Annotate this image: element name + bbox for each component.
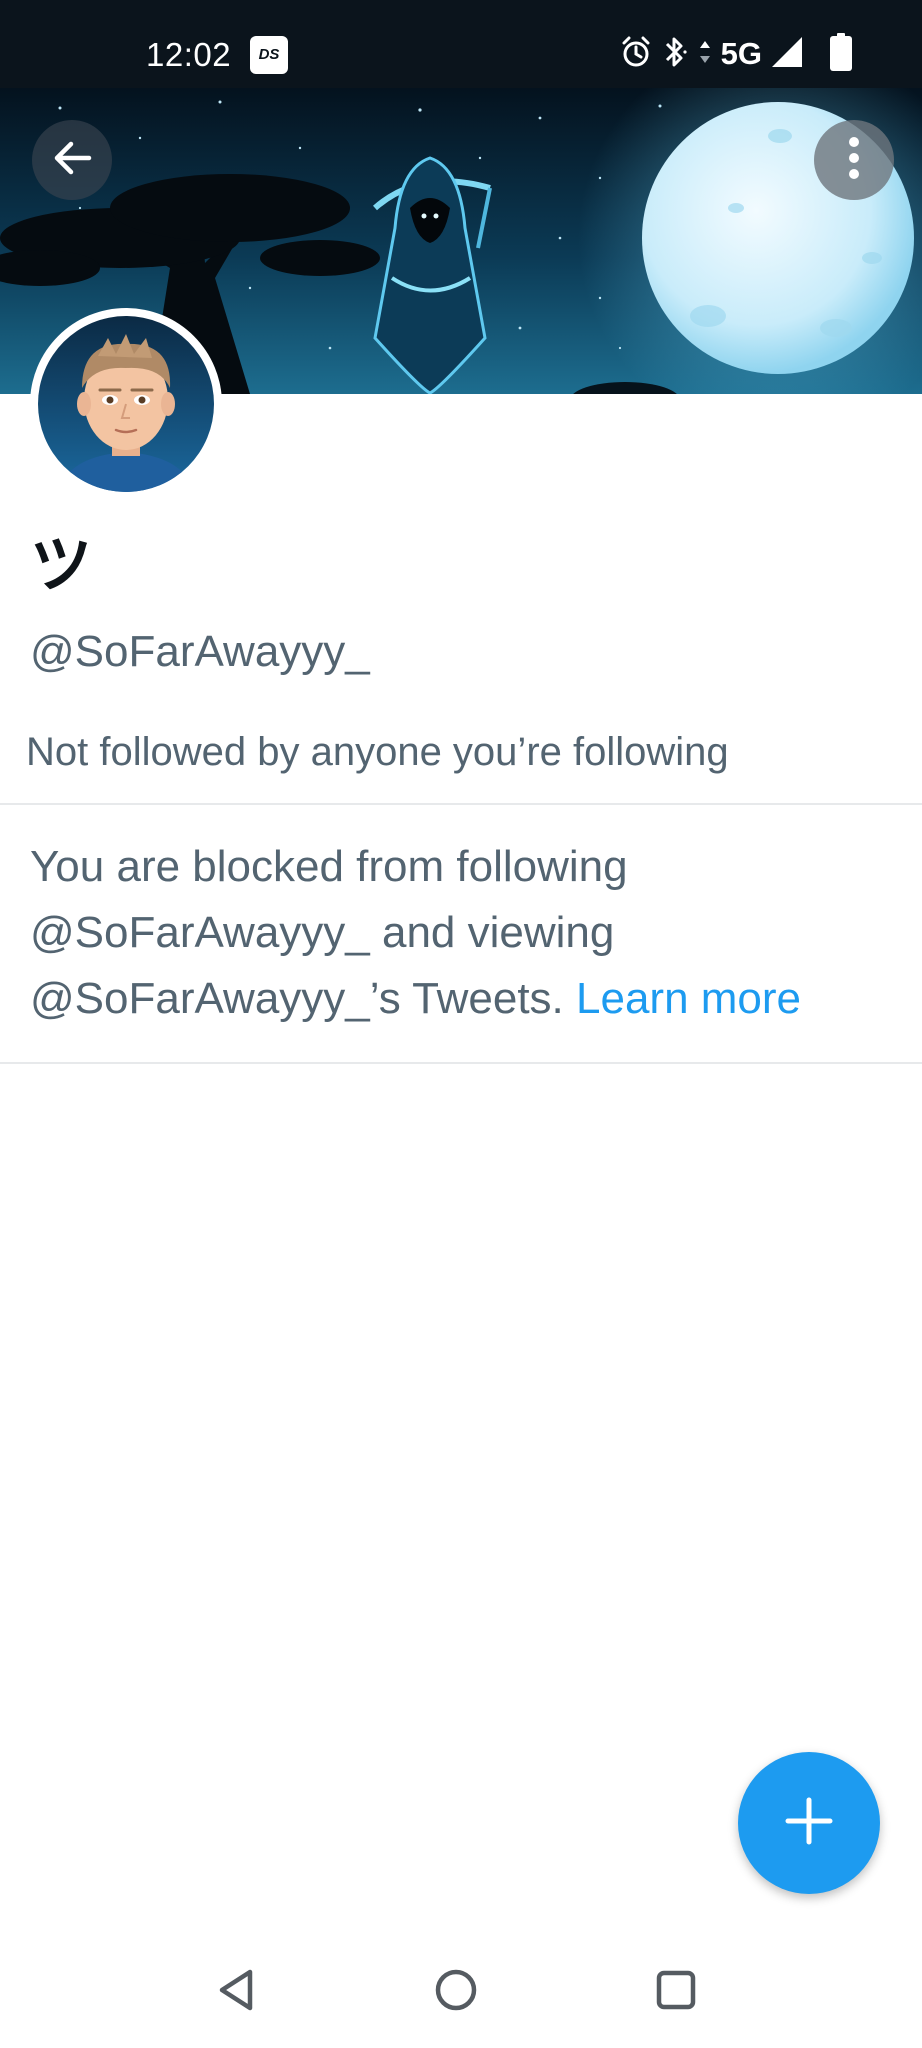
- alarm-icon: [619, 35, 653, 74]
- more-options-button[interactable]: [814, 120, 894, 200]
- profile-display-name: ツ: [30, 531, 93, 600]
- bluetooth-icon: [661, 34, 689, 75]
- compose-tweet-button[interactable]: [738, 1752, 880, 1894]
- signal-icon: [770, 35, 804, 74]
- learn-more-link[interactable]: Learn more: [576, 974, 801, 1023]
- notification-app-icon: DS: [250, 36, 288, 74]
- followed-by-text: Not followed by anyone you’re following: [26, 730, 729, 774]
- system-nav-bar: [0, 1930, 922, 2048]
- system-home-button[interactable]: [416, 1952, 496, 2032]
- circle-home-icon: [432, 1966, 480, 2019]
- avatar-image: [38, 316, 214, 492]
- blocked-notice-text: You are blocked from following @SoFarAwa…: [30, 842, 628, 1023]
- more-vertical-icon: [848, 135, 860, 186]
- back-button[interactable]: [32, 120, 112, 200]
- arrow-left-icon: [49, 135, 95, 186]
- system-recents-button[interactable]: [636, 1952, 716, 2032]
- status-time: 12:02: [146, 36, 232, 73]
- status-indicators: 5G: [619, 32, 852, 76]
- network-type: 5G: [720, 36, 762, 71]
- triangle-back-icon: [212, 1966, 260, 2019]
- divider: [0, 803, 922, 805]
- profile-handle: @SoFarAwayyy_: [30, 627, 370, 676]
- blocked-notice: You are blocked from following @SoFarAwa…: [30, 834, 900, 1032]
- plus-icon: [782, 1794, 836, 1853]
- battery-icon: [830, 32, 852, 76]
- data-arrows-icon: [697, 37, 713, 72]
- system-back-button[interactable]: [196, 1952, 276, 2032]
- divider: [0, 1062, 922, 1064]
- status-bar: 12:02 DS 5G: [0, 0, 922, 88]
- profile-avatar[interactable]: [30, 308, 222, 500]
- square-recents-icon: [652, 1966, 700, 2019]
